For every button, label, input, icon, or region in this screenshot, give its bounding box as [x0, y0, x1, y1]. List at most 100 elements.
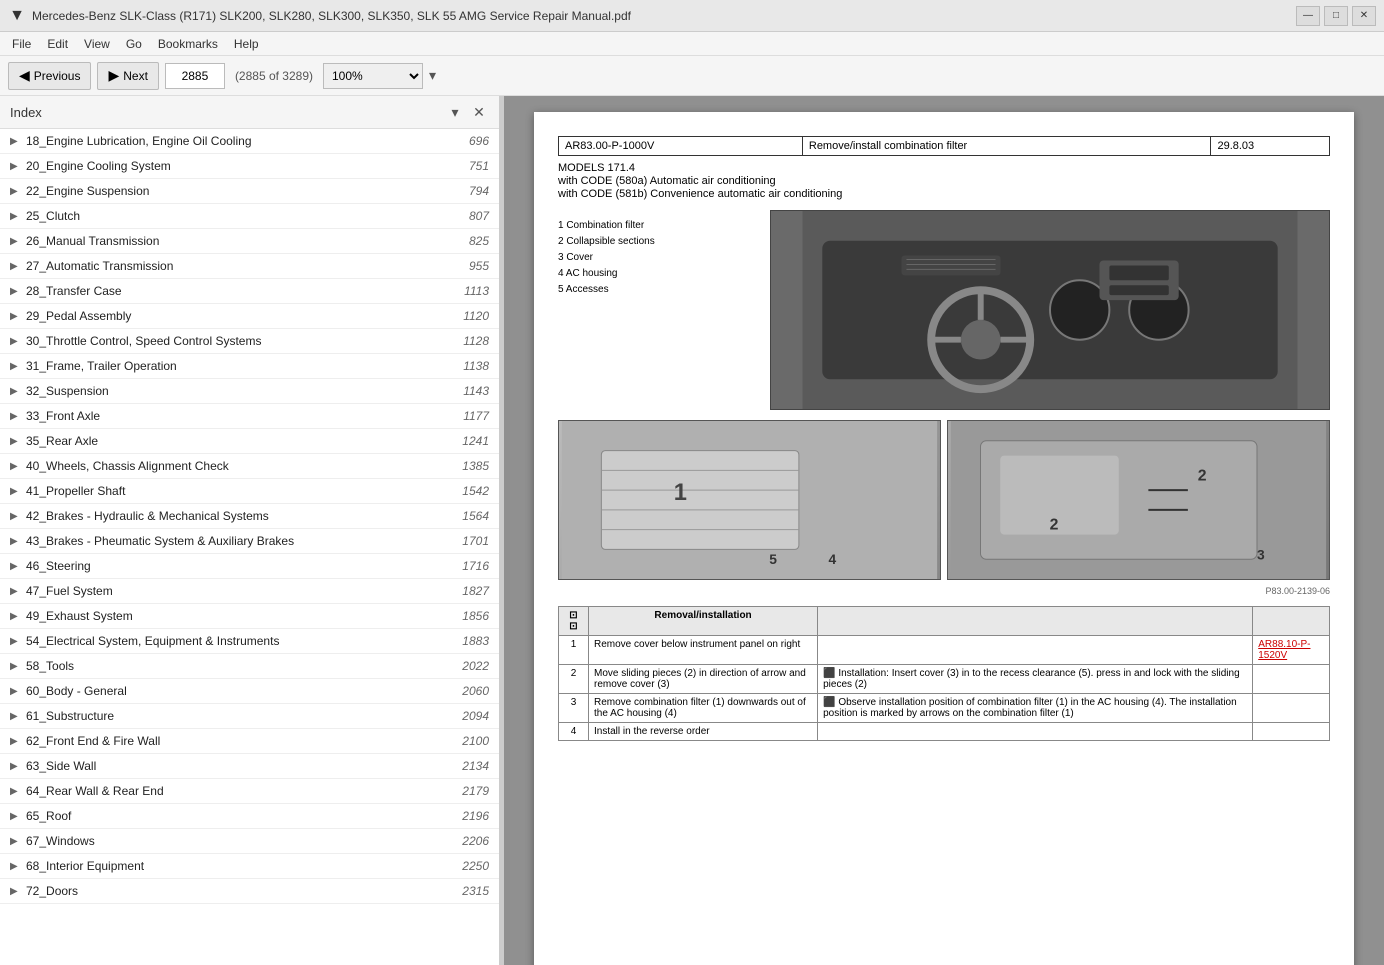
sidebar-arrow-icon: ▶ [10, 761, 22, 772]
sidebar-item-text: 62_Front End & Fire Wall [26, 734, 462, 748]
list-item[interactable]: ▶ 67_Windows 2206 [0, 829, 499, 854]
zoom-dropdown-icon[interactable]: ▾ [429, 67, 436, 84]
sidebar-item-page: 2250 [462, 859, 489, 873]
sidebar-arrow-icon: ▶ [10, 886, 22, 897]
list-item[interactable]: ▶ 43_Brakes - Pheumatic System & Auxilia… [0, 529, 499, 554]
sidebar-item-text: 29_Pedal Assembly [26, 309, 463, 323]
list-item[interactable]: ▶ 28_Transfer Case 1113 [0, 279, 499, 304]
list-item[interactable]: ▶ 61_Substructure 2094 [0, 704, 499, 729]
sidebar-arrow-icon: ▶ [10, 536, 22, 547]
list-item[interactable]: ▶ 54_Electrical System, Equipment & Inst… [0, 629, 499, 654]
sidebar-item-text: 54_Electrical System, Equipment & Instru… [26, 634, 462, 648]
sidebar-item-page: 1177 [463, 409, 489, 423]
list-item[interactable]: ▶ 26_Manual Transmission 825 [0, 229, 499, 254]
sidebar-item-page: 794 [469, 184, 489, 198]
list-item[interactable]: ▶ 58_Tools 2022 [0, 654, 499, 679]
list-item[interactable]: ▶ 22_Engine Suspension 794 [0, 179, 499, 204]
next-button[interactable]: ▶ Next [97, 62, 158, 90]
list-item[interactable]: ▶ 18_Engine Lubrication, Engine Oil Cool… [0, 129, 499, 154]
list-item[interactable]: ▶ 40_Wheels, Chassis Alignment Check 138… [0, 454, 499, 479]
list-item[interactable]: ▶ 46_Steering 1716 [0, 554, 499, 579]
sidebar-item-page: 2134 [462, 759, 489, 773]
step-ref-4 [1253, 723, 1330, 741]
sidebar-item-text: 72_Doors [26, 884, 462, 898]
sidebar-item-page: 1827 [462, 584, 489, 598]
list-item[interactable]: ▶ 27_Automatic Transmission 955 [0, 254, 499, 279]
list-item[interactable]: ▶ 32_Suspension 1143 [0, 379, 499, 404]
sidebar-arrow-icon: ▶ [10, 836, 22, 847]
sidebar-arrow-icon: ▶ [10, 261, 22, 272]
list-item[interactable]: ▶ 29_Pedal Assembly 1120 [0, 304, 499, 329]
page-number-input[interactable] [165, 63, 225, 89]
zoom-select[interactable]: 100% 50% 75% 125% 150% 200% [323, 63, 423, 89]
sidebar-item-page: 825 [469, 234, 489, 248]
list-item[interactable]: ▶ 42_Brakes - Hydraulic & Mechanical Sys… [0, 504, 499, 529]
list-item[interactable]: ▶ 68_Interior Equipment 2250 [0, 854, 499, 879]
sidebar-arrow-icon: ▶ [10, 611, 22, 622]
sidebar-list[interactable]: ▶ 18_Engine Lubrication, Engine Oil Cool… [0, 129, 499, 965]
sidebar-item-page: 1701 [462, 534, 489, 548]
list-item[interactable]: ▶ 60_Body - General 2060 [0, 679, 499, 704]
list-item[interactable]: ▶ 62_Front End & Fire Wall 2100 [0, 729, 499, 754]
sidebar-item-page: 1128 [463, 334, 489, 348]
list-item[interactable]: ▶ 20_Engine Cooling System 751 [0, 154, 499, 179]
menu-bookmarks[interactable]: Bookmarks [150, 35, 226, 53]
sidebar-arrow-icon: ▶ [10, 811, 22, 822]
sidebar-arrow-icon: ▶ [10, 511, 22, 522]
sidebar-close-icon[interactable]: ✕ [469, 102, 489, 122]
sidebar-item-page: 1564 [462, 509, 489, 523]
list-item[interactable]: ▶ 49_Exhaust System 1856 [0, 604, 499, 629]
doc-title: Remove/install combination filter [802, 137, 1211, 156]
list-item[interactable]: ▶ 25_Clutch 807 [0, 204, 499, 229]
sidebar-title: Index [10, 105, 42, 120]
menu-file[interactable]: File [4, 35, 39, 53]
menu-go[interactable]: Go [118, 35, 150, 53]
part-2: 2 Collapsible sections [558, 234, 758, 250]
part-4: 4 AC housing [558, 266, 758, 282]
minimize-button[interactable]: — [1296, 6, 1320, 26]
previous-arrow-icon: ◀ [19, 67, 30, 84]
list-item[interactable]: ▶ 63_Side Wall 2134 [0, 754, 499, 779]
svg-text:2: 2 [1198, 467, 1207, 484]
doc-date: 29.8.03 [1211, 137, 1330, 156]
next-arrow-icon: ▶ [108, 67, 119, 84]
sidebar-arrow-icon: ▶ [10, 361, 22, 372]
previous-button[interactable]: ◀ Previous [8, 62, 91, 90]
menu-edit[interactable]: Edit [39, 35, 76, 53]
menu-bar: File Edit View Go Bookmarks Help [0, 32, 1384, 56]
sidebar-arrow-icon: ▶ [10, 861, 22, 872]
close-button[interactable]: ✕ [1352, 6, 1376, 26]
maximize-button[interactable]: □ [1324, 6, 1348, 26]
list-item[interactable]: ▶ 41_Propeller Shaft 1542 [0, 479, 499, 504]
list-item[interactable]: ▶ 65_Roof 2196 [0, 804, 499, 829]
sidebar-dropdown-icon[interactable]: ▾ [445, 102, 465, 122]
list-item[interactable]: ▶ 64_Rear Wall & Rear End 2179 [0, 779, 499, 804]
sidebar-arrow-icon: ▶ [10, 711, 22, 722]
content-area[interactable]: AR83.00-P-1000V Remove/install combinati… [504, 96, 1384, 965]
parts-list: 1 Combination filter 2 Collapsible secti… [558, 218, 758, 402]
table-header-note [818, 607, 1253, 636]
table-row: 2 Move sliding pieces (2) in direction o… [559, 665, 1330, 694]
step-instruction-2: Move sliding pieces (2) in direction of … [589, 665, 818, 694]
menu-view[interactable]: View [76, 35, 118, 53]
list-item[interactable]: ▶ 30_Throttle Control, Speed Control Sys… [0, 329, 499, 354]
list-item[interactable]: ▶ 35_Rear Axle 1241 [0, 429, 499, 454]
step-num-2: 2 [559, 665, 589, 694]
list-item[interactable]: ▶ 72_Doors 2315 [0, 879, 499, 904]
sidebar-arrow-icon: ▶ [10, 686, 22, 697]
table-header-instruction: Removal/installation [589, 607, 818, 636]
table-header-ref [1253, 607, 1330, 636]
list-item[interactable]: ▶ 31_Frame, Trailer Operation 1138 [0, 354, 499, 379]
sidebar-item-text: 58_Tools [26, 659, 462, 673]
sidebar-item-page: 2315 [462, 884, 489, 898]
sidebar-item-text: 42_Brakes - Hydraulic & Mechanical Syste… [26, 509, 462, 523]
table-row: 1 Remove cover below instrument panel on… [559, 636, 1330, 665]
list-item[interactable]: ▶ 33_Front Axle 1177 [0, 404, 499, 429]
step-ref-1: AR88.10-P-1520V [1253, 636, 1330, 665]
step-num-1: 1 [559, 636, 589, 665]
sidebar: Index ▾ ✕ ▶ 18_Engine Lubrication, Engin… [0, 96, 500, 965]
doc-models: MODELS 171.4 [558, 162, 1330, 174]
menu-help[interactable]: Help [226, 35, 267, 53]
list-item[interactable]: ▶ 47_Fuel System 1827 [0, 579, 499, 604]
image-caption: P83.00-2139-06 [558, 586, 1330, 596]
